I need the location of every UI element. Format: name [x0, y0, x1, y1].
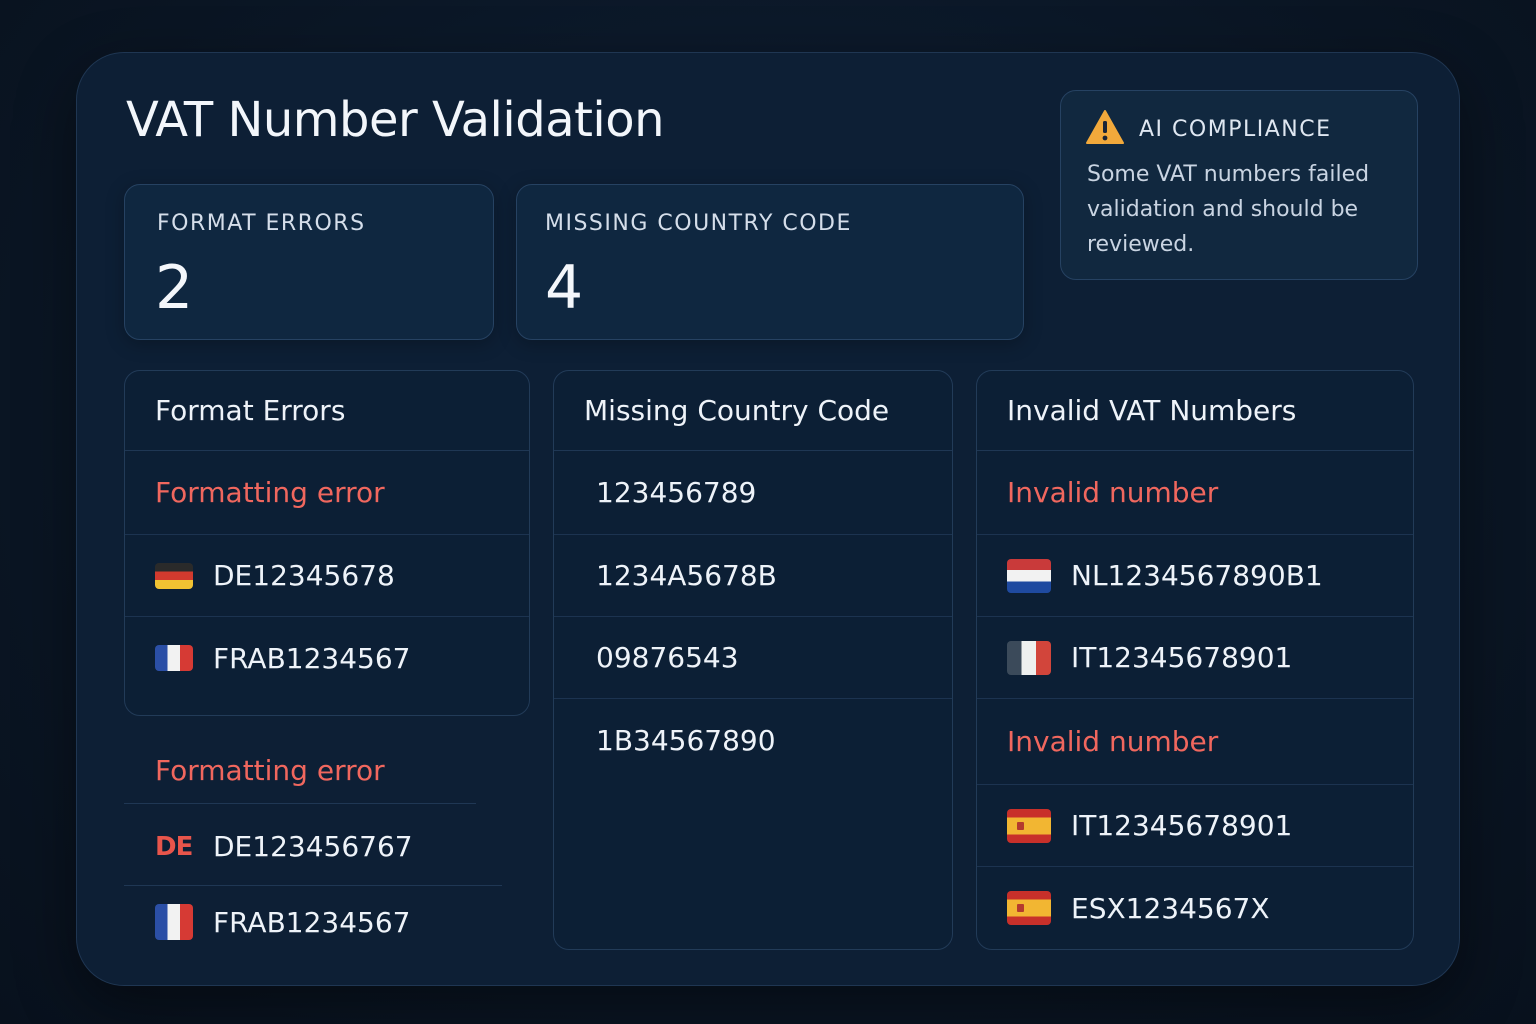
invalid-number-label: Invalid number: [1007, 476, 1219, 509]
flag-spain-icon: [1007, 891, 1051, 925]
de-text-icon: DE: [155, 831, 193, 862]
list-item[interactable]: 1B34567890: [554, 699, 952, 781]
format-errors-heading: Format Errors: [125, 371, 529, 451]
flag-italy-icon: [1007, 640, 1051, 675]
invalid-vat-heading: Invalid VAT Numbers: [977, 371, 1413, 451]
list-item[interactable]: FRAB1234567: [125, 617, 529, 699]
list-item[interactable]: IT12345678901: [977, 785, 1413, 867]
stat-card-missing-country-code[interactable]: MISSING COUNTRY CODE 4: [516, 184, 1024, 340]
divider: [124, 803, 476, 804]
invalid-vat-panel: Invalid VAT Numbers Invalid number NL123…: [976, 370, 1414, 950]
stat-value: 4: [545, 253, 584, 323]
stat-label: MISSING COUNTRY CODE: [545, 211, 852, 236]
flag-france-icon: [155, 904, 193, 940]
group-label: Formatting error: [155, 754, 507, 787]
list-item[interactable]: IT12345678901: [977, 617, 1413, 699]
flag-germany-icon: [155, 562, 193, 589]
vat-number: 09876543: [596, 641, 739, 674]
flag-spain-icon: [1007, 808, 1051, 843]
stat-label: FORMAT ERRORS: [157, 211, 366, 236]
flag-netherlands-icon: [1007, 558, 1051, 593]
list-item[interactable]: FRAB1234567: [155, 904, 507, 940]
list-item[interactable]: DE12345678: [125, 535, 529, 617]
vat-number: FRAB1234567: [213, 641, 411, 675]
ai-compliance-alert: AI COMPLIANCE Some VAT numbers failed va…: [1060, 90, 1418, 280]
vat-number: FRAB1234567: [213, 905, 411, 939]
divider: [124, 885, 502, 886]
group-label: Invalid number: [977, 451, 1413, 535]
list-item[interactable]: 123456789: [554, 451, 952, 535]
vat-number: 1234A5678B: [596, 559, 777, 592]
vat-number: ESX1234567X: [1071, 891, 1270, 925]
vat-number: 123456789: [596, 476, 757, 509]
format-errors-panel: Format Errors Formatting error DE1234567…: [124, 370, 530, 716]
vat-number: DE12345678: [213, 559, 395, 592]
list-item[interactable]: DE DE123456767: [155, 830, 507, 863]
alert-message: Some VAT numbers failed validation and s…: [1087, 162, 1370, 257]
page-title: VAT Number Validation: [126, 92, 665, 148]
formatting-error-label: Formatting error: [155, 754, 385, 787]
list-item[interactable]: 1234A5678B: [554, 535, 952, 617]
vat-number: NL1234567890B1: [1071, 559, 1323, 592]
vat-number: 1B34567890: [596, 723, 776, 757]
formatting-error-label: Formatting error: [155, 476, 385, 509]
vat-number: IT12345678901: [1071, 809, 1293, 842]
missing-country-code-panel: Missing Country Code 123456789 1234A5678…: [553, 370, 953, 950]
list-item[interactable]: ESX1234567X: [977, 867, 1413, 949]
invalid-number-label: Invalid number: [1007, 725, 1219, 758]
group-label: Formatting error: [125, 451, 529, 535]
warning-icon: [1085, 109, 1125, 149]
vat-number: DE123456767: [213, 830, 413, 863]
group-label: Invalid number: [977, 699, 1413, 785]
flag-france-icon: [155, 645, 193, 671]
stat-card-format-errors[interactable]: FORMAT ERRORS 2: [124, 184, 494, 340]
stat-value: 2: [155, 253, 194, 323]
missing-country-code-heading: Missing Country Code: [554, 371, 952, 451]
vat-number: IT12345678901: [1071, 641, 1293, 674]
list-item[interactable]: NL1234567890B1: [977, 535, 1413, 617]
list-item[interactable]: 09876543: [554, 617, 952, 699]
alert-title: AI COMPLIANCE: [1139, 116, 1332, 142]
